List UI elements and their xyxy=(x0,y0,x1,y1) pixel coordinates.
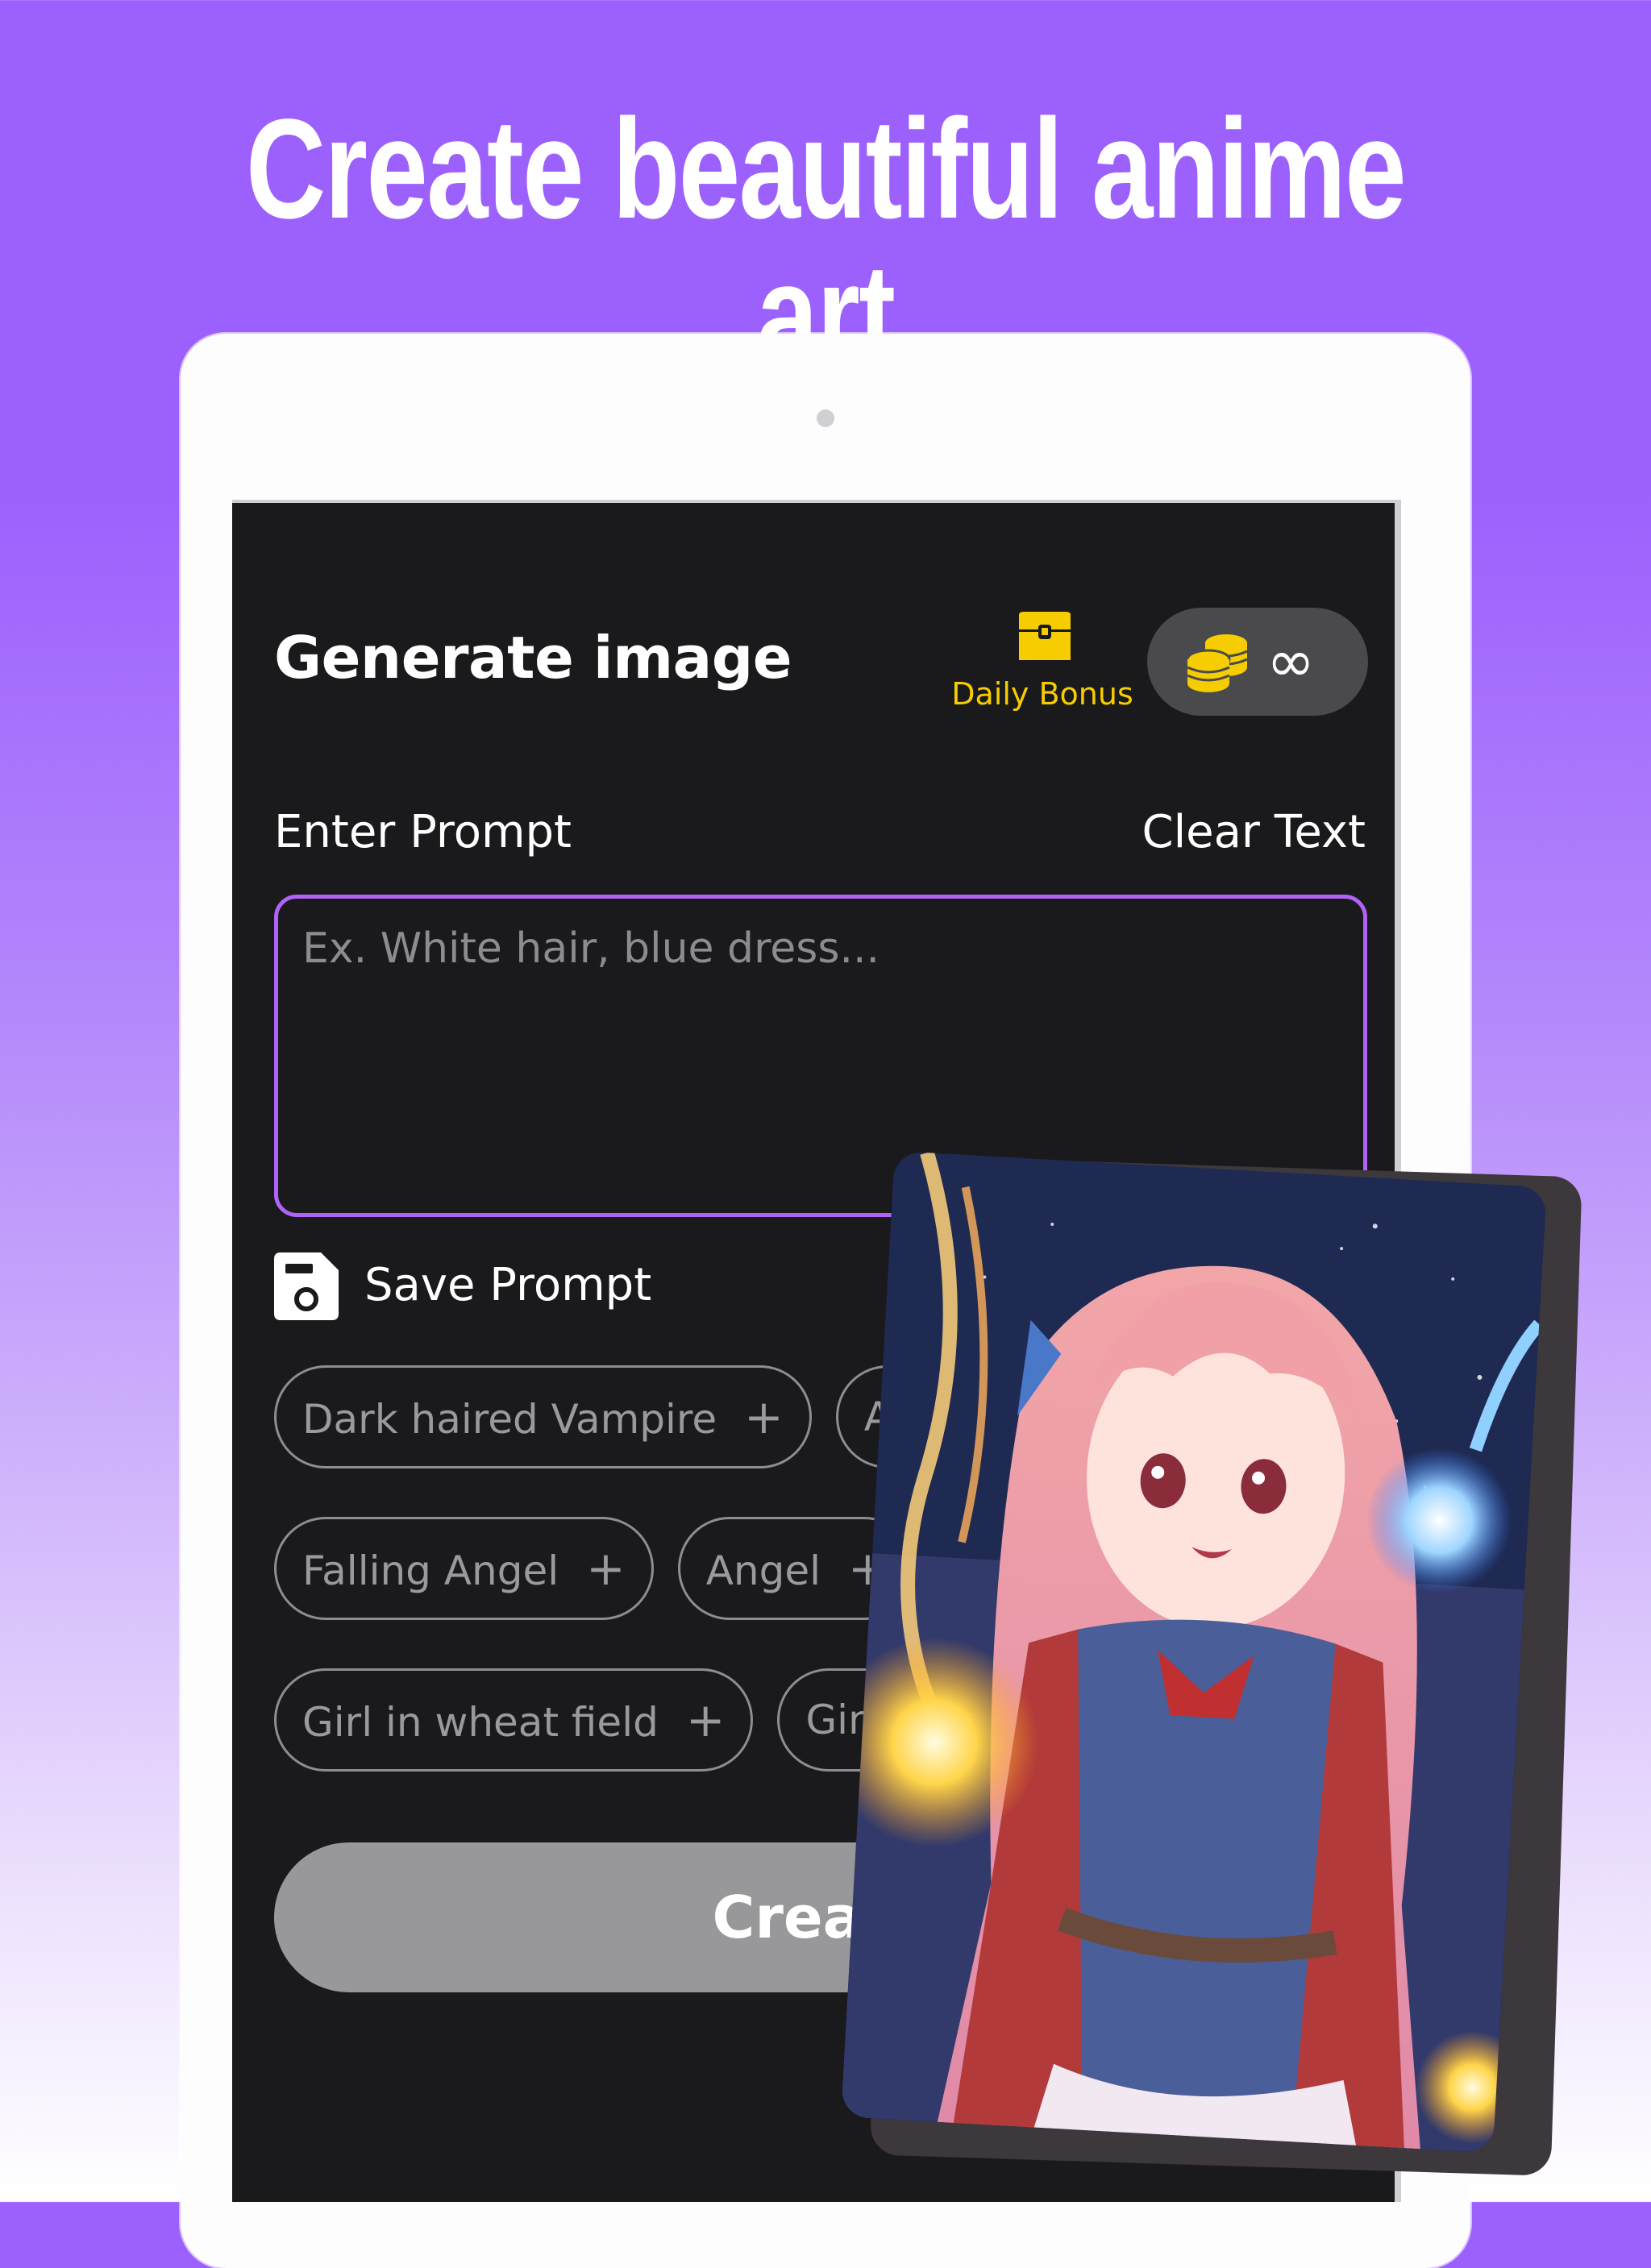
plus-icon: + xyxy=(685,1693,726,1747)
suggestion-chip[interactable]: Girl in wheat field + xyxy=(274,1668,754,1772)
suggestion-chip[interactable]: Falling Angel + xyxy=(274,1517,654,1620)
treasure-chest-icon xyxy=(1019,612,1071,660)
coin-balance-button[interactable]: ∞ xyxy=(1147,608,1368,716)
prompt-label: Enter Prompt xyxy=(274,806,572,858)
anime-girl-illustration xyxy=(841,1151,1547,2154)
plus-icon: + xyxy=(586,1541,626,1596)
suggestion-chip[interactable]: Dark haired Vampire + xyxy=(274,1365,812,1468)
daily-bonus-button[interactable]: Daily Bonus xyxy=(938,612,1147,725)
daily-bonus-label: Daily Bonus xyxy=(951,676,1133,712)
page-title: Generate image xyxy=(274,624,792,692)
clear-text-button[interactable]: Clear Text xyxy=(1142,806,1366,858)
suggestion-row-2: Falling Angel + Angel + xyxy=(274,1517,940,1625)
preview-image xyxy=(841,1151,1547,2154)
suggestion-row-1: Dark haired Vampire+Au xyxy=(274,1365,970,1473)
coins-icon xyxy=(1186,634,1248,692)
save-prompt-label: Save Prompt xyxy=(364,1259,652,1311)
tablet-camera xyxy=(817,409,834,427)
plus-icon: + xyxy=(744,1389,784,1444)
coin-balance-value: ∞ xyxy=(1266,627,1315,695)
prompt-label-row: Enter Prompt Clear Text xyxy=(274,806,1366,862)
floppy-disk-icon xyxy=(274,1252,339,1320)
